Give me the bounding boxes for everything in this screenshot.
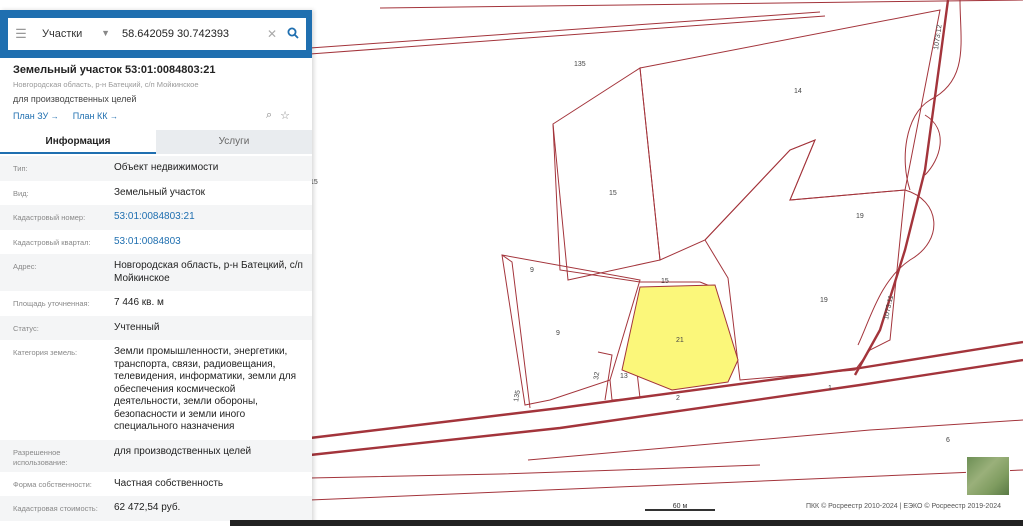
- parcel-boundary: [857, 189, 935, 346]
- attribute-row: Вид: Земельный участок: [0, 181, 312, 206]
- attribution: ПКК © Росреестр 2010-2024 | ЕЭКО © Росре…: [805, 503, 1001, 510]
- tab-services[interactable]: Услуги: [156, 130, 312, 154]
- map-label: 19: [856, 213, 864, 220]
- map-label: 6: [946, 437, 950, 444]
- attribute-label: Кадастровый квартал:: [13, 237, 91, 247]
- attribute-label: Кадастровый номер:: [13, 213, 86, 222]
- attribute-label: Кадастровая стоимость:: [13, 504, 98, 513]
- parcel-type-label: Участки: [42, 28, 83, 40]
- attribute-value: Земли промышленности, энергетики, трансп…: [114, 346, 297, 432]
- attribute-value: для производственных целей: [114, 445, 252, 457]
- attribute-value: 62 472,54 руб.: [114, 502, 181, 513]
- search-box: ☰ Участки ▼ 58.642059 30.742393 ✕: [8, 18, 306, 50]
- attribute-row: Кадастровый квартал: 53:01:0084803: [0, 230, 312, 255]
- attribute-label: Вид:: [13, 188, 29, 198]
- attribute-label: Адрес:: [13, 262, 37, 271]
- plan-zu-link[interactable]: План ЗУ →: [13, 111, 59, 121]
- search-input[interactable]: 58.642059 30.742393: [116, 28, 264, 40]
- attribute-row: Разрешенное использование: для производст…: [0, 439, 312, 472]
- parcel-boundary: [552, 67, 661, 281]
- parcel-boundary: [552, 123, 700, 283]
- map-label: 2: [676, 395, 680, 402]
- plan-links: План ЗУ → План КК →: [13, 111, 118, 121]
- tab-information[interactable]: Информация: [0, 130, 156, 154]
- attribute-row: Кадастровый номер: 53:01:0084803:21: [0, 205, 312, 230]
- parcel-boundary: [309, 11, 821, 49]
- close-icon[interactable]: ✕: [264, 27, 280, 41]
- attribute-label: Статус:: [13, 323, 39, 333]
- map-label: 15: [609, 190, 617, 197]
- info-panel: ☰ Участки ▼ 58.642059 30.742393 ✕ ‹ Земел…: [0, 10, 312, 526]
- parcel-boundary: [501, 254, 531, 409]
- attribute-row: Тип: Объект недвижимости: [0, 156, 312, 181]
- basemap-switcher[interactable]: [966, 456, 1010, 496]
- attribute-row: Форма собственности: Частная собственност…: [0, 472, 312, 497]
- parcel-boundary: [309, 464, 761, 479]
- cadastral-quarter-link[interactable]: 53:01:0084803: [102, 230, 312, 255]
- search-icon[interactable]: [280, 27, 306, 42]
- map-label: 13: [620, 373, 628, 380]
- map-label: 135: [574, 61, 586, 68]
- scale-bar: 60 м: [645, 503, 715, 511]
- chevron-down-icon: ▼: [101, 28, 110, 38]
- attribute-label: Категория земель:: [13, 348, 78, 357]
- attribute-value: 7 446 кв. м: [114, 297, 164, 308]
- parcel-boundary: [309, 469, 1023, 501]
- attribute-value: Новгородская область, р-н Батецкий, с/п …: [114, 260, 303, 284]
- parcel-title: Земельный участок 53:01:0084803:21: [13, 64, 216, 76]
- panel-tabs: Информация Услуги: [0, 130, 312, 154]
- scale-label: 60 м: [672, 503, 688, 510]
- parcel-actions: ⌕ ☆: [266, 109, 290, 122]
- attribute-label: Площадь уточненная:: [13, 299, 90, 308]
- map-label: 19: [820, 297, 828, 304]
- map-label: 135: [513, 390, 522, 403]
- plan-kk-link[interactable]: План КК →: [73, 111, 118, 121]
- parcel-boundary: [639, 9, 941, 261]
- map-label: 21: [676, 337, 684, 344]
- attribute-row: Статус: Учтенный: [0, 315, 312, 340]
- attribute-row: Кадастровая стоимость: 62 472,54 руб.: [0, 496, 312, 521]
- map-label: 32: [593, 371, 601, 380]
- attribute-row: Площадь уточненная: 7 446 кв. м: [0, 291, 312, 316]
- parcel-purpose: для производственных целей: [13, 94, 137, 104]
- attribute-row: Категория земель: Земли промышленности, э…: [0, 340, 312, 440]
- parcel-boundary: [704, 139, 906, 381]
- attribute-label: Разрешенное использование:: [13, 447, 68, 467]
- attribute-value: Частная собственность: [114, 477, 224, 489]
- parcel-boundary: [309, 15, 826, 55]
- attributes-table: Тип: Объект недвижимости Вид: Земельный уч…: [0, 156, 312, 521]
- parcel-boundary: [379, 0, 1023, 9]
- parcel-type-select[interactable]: Участки ▼: [34, 28, 116, 40]
- search-bar: ☰ Участки ▼ 58.642059 30.742393 ✕ ‹: [0, 10, 312, 58]
- attribute-value: Объект недвижимости: [114, 162, 219, 173]
- attribute-value: Земельный участок: [114, 186, 206, 198]
- map-label: 9: [530, 267, 534, 274]
- zoom-to-icon[interactable]: ⌕: [266, 109, 272, 122]
- map-label: 15: [661, 278, 669, 285]
- map-label: 14: [794, 88, 802, 95]
- attribute-label: Тип:: [13, 164, 28, 173]
- menu-icon[interactable]: ☰: [8, 26, 34, 42]
- map-label: 1: [828, 385, 832, 392]
- parcel-boundary: [501, 254, 641, 406]
- taskbar: [230, 520, 1023, 526]
- collapse-panel-icon[interactable]: ‹: [310, 28, 312, 60]
- attribute-value: Учтенный: [114, 321, 160, 333]
- attribute-label: Форма собственности:: [13, 479, 92, 489]
- parcel-boundary: [904, 0, 962, 191]
- parcel-location: Новгородская область, р-н Батецкий, с/п …: [13, 80, 199, 89]
- attribute-row: Адрес: Новгородская область, р-н Батецкий…: [0, 254, 312, 291]
- cadastral-number-link[interactable]: 53:01:0084803:21: [102, 205, 312, 230]
- star-icon[interactable]: ☆: [280, 109, 290, 122]
- map-label: 9: [556, 330, 560, 337]
